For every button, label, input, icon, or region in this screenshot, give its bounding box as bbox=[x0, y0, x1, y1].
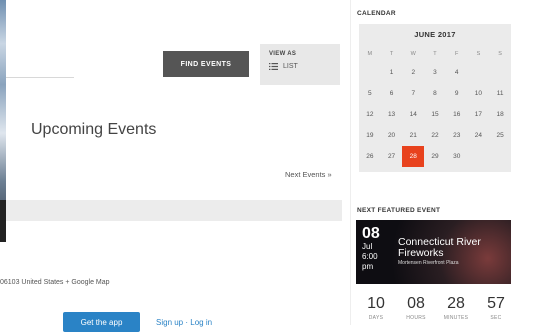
calendar-day[interactable]: 24 bbox=[468, 125, 490, 146]
calendar-day[interactable]: 2 bbox=[402, 62, 424, 83]
countdown-value: 10 bbox=[367, 295, 385, 312]
calendar-day[interactable]: 13 bbox=[381, 104, 403, 125]
calendar-weekday: S bbox=[498, 51, 502, 57]
countdown-label: DAYS bbox=[368, 315, 384, 321]
calendar-day[interactable]: 16 bbox=[446, 104, 468, 125]
page-title: Upcoming Events bbox=[31, 121, 157, 138]
featured-event-month: Jul bbox=[362, 242, 373, 251]
list-icon bbox=[269, 63, 278, 70]
calendar-day[interactable]: 8 bbox=[424, 83, 446, 104]
get-app-button[interactable]: Get the app bbox=[63, 312, 140, 332]
event-countdown: 10 DAYS 08 HOURS 28 MINUTES 57 SEC bbox=[356, 295, 516, 322]
calendar-weekday: W bbox=[410, 51, 416, 57]
featured-event-heading: NEXT FEATURED EVENT bbox=[357, 207, 441, 214]
calendar-day[interactable]: 19 bbox=[359, 125, 381, 146]
calendar-day[interactable]: 7 bbox=[402, 83, 424, 104]
countdown-label: MINUTES bbox=[443, 315, 469, 321]
calendar-grid: M T W T F S S 1 2 3 4 5 6 7 8 9 10 11 12 13 14 15 16 17 18 19 20 21… bbox=[359, 46, 511, 167]
calendar-weekday: T bbox=[433, 51, 437, 57]
calendar-day[interactable]: 4 bbox=[446, 62, 468, 83]
view-as-title: VIEW AS bbox=[269, 51, 297, 57]
next-events-link[interactable]: Next Events » bbox=[285, 170, 332, 179]
calendar-day bbox=[359, 62, 381, 83]
signup-login-link[interactable]: Sign up · Log in bbox=[156, 318, 212, 327]
calendar-month-title: JUNE 2017 bbox=[414, 30, 456, 39]
calendar-day-today[interactable]: 28 bbox=[402, 146, 425, 167]
search-input-underline[interactable] bbox=[6, 77, 74, 78]
event-thumbnail[interactable] bbox=[0, 200, 6, 242]
calendar-day[interactable]: 9 bbox=[446, 83, 468, 104]
countdown-value: 08 bbox=[407, 295, 425, 312]
calendar-day[interactable]: 27 bbox=[381, 146, 403, 167]
sidebar-divider bbox=[350, 0, 351, 325]
calendar-day[interactable]: 10 bbox=[468, 83, 490, 104]
find-events-button[interactable]: FIND EVENTS bbox=[163, 51, 249, 77]
featured-event-venue: Mortensen Riverfront Plaza bbox=[398, 260, 459, 266]
calendar-day[interactable]: 17 bbox=[468, 104, 490, 125]
calendar-day bbox=[489, 62, 511, 83]
calendar-day[interactable]: 26 bbox=[359, 146, 381, 167]
calendar-day[interactable]: 3 bbox=[424, 62, 446, 83]
calendar-weekday: T bbox=[389, 51, 394, 57]
calendar-day[interactable]: 12 bbox=[359, 104, 381, 125]
calendar-day[interactable]: 6 bbox=[381, 83, 403, 104]
countdown-unit: 10 DAYS bbox=[356, 295, 396, 322]
calendar-day[interactable]: 22 bbox=[424, 125, 446, 146]
featured-event-date: 08 Jul 6:00 pm bbox=[362, 226, 380, 272]
calendar-day[interactable]: 14 bbox=[402, 104, 424, 125]
featured-event-day: 08 bbox=[362, 225, 380, 242]
calendar-day[interactable]: 1 bbox=[381, 62, 403, 83]
featured-event-ampm: pm bbox=[362, 262, 374, 271]
calendar-day[interactable]: 11 bbox=[489, 83, 511, 104]
calendar-day[interactable]: 20 bbox=[381, 125, 403, 146]
countdown-unit: 28 MINUTES bbox=[436, 295, 476, 322]
calendar-day[interactable]: 25 bbox=[489, 125, 511, 146]
calendar-day[interactable]: 29 bbox=[424, 146, 446, 167]
countdown-label: SEC bbox=[490, 315, 502, 321]
calendar-day[interactable]: 30 bbox=[446, 146, 468, 167]
countdown-label: HOURS bbox=[406, 315, 426, 321]
view-as-list-label: LIST bbox=[283, 63, 298, 70]
event-address: 06103 United States + Google Map bbox=[0, 279, 110, 286]
calendar-day[interactable]: 18 bbox=[489, 104, 511, 125]
calendar-day[interactable]: 15 bbox=[424, 104, 446, 125]
calendar-day bbox=[468, 62, 490, 83]
calendar-weekday: S bbox=[476, 51, 481, 57]
calendar-day bbox=[489, 146, 511, 167]
calendar-day[interactable]: 5 bbox=[359, 83, 381, 104]
event-list-bar bbox=[6, 200, 342, 221]
countdown-value: 57 bbox=[487, 295, 505, 312]
calendar-weekday: F bbox=[455, 51, 459, 57]
countdown-unit: 57 SEC bbox=[476, 295, 516, 322]
view-as-list-option[interactable]: LIST bbox=[269, 63, 298, 70]
featured-event-time: 6:00 bbox=[362, 252, 378, 261]
calendar-weekday: M bbox=[367, 51, 373, 57]
featured-event-title[interactable]: Connecticut River Fireworks bbox=[398, 237, 506, 259]
countdown-value: 28 bbox=[447, 295, 465, 312]
calendar-day[interactable]: 21 bbox=[402, 125, 424, 146]
calendar-day[interactable]: 23 bbox=[446, 125, 468, 146]
calendar-day bbox=[468, 146, 490, 167]
calendar-heading: CALENDAR bbox=[357, 10, 396, 17]
countdown-unit: 08 HOURS bbox=[396, 295, 436, 322]
